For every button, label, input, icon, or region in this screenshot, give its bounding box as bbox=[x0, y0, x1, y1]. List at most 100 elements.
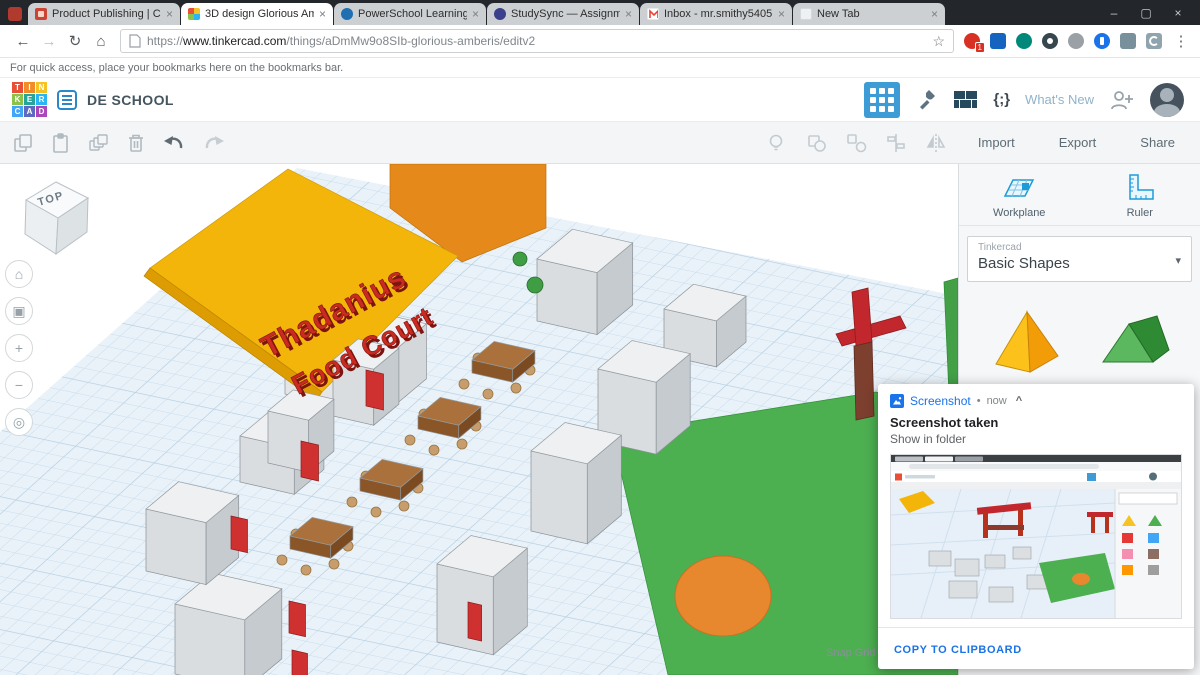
scene-object[interactable] bbox=[230, 515, 248, 554]
shape-library-dropdown[interactable]: Tinkercad Basic Shapes ▾ bbox=[967, 236, 1192, 282]
shape-roof[interactable] bbox=[1093, 304, 1171, 380]
scene-object[interactable] bbox=[300, 564, 312, 576]
bookmark-star-icon[interactable]: ☆ bbox=[932, 33, 945, 50]
scene-object[interactable] bbox=[288, 600, 306, 638]
tab-close-icon[interactable]: × bbox=[166, 8, 173, 20]
workplane-tool[interactable]: Workplane bbox=[959, 172, 1080, 219]
tab-close-icon[interactable]: × bbox=[625, 8, 632, 20]
bush-object[interactable] bbox=[526, 276, 544, 294]
browser-menu-icon[interactable]: ⋮ bbox=[1172, 32, 1190, 50]
collapse-caret-icon[interactable]: ^ bbox=[1016, 395, 1022, 407]
forward-icon[interactable]: → bbox=[36, 28, 62, 54]
share-button[interactable]: Share bbox=[1127, 130, 1188, 155]
maximize-icon[interactable]: ▢ bbox=[1130, 0, 1162, 25]
bricks-mode-icon[interactable] bbox=[954, 90, 978, 110]
close-window-icon[interactable]: × bbox=[1162, 0, 1194, 25]
design-menu-icon[interactable] bbox=[57, 89, 77, 110]
back-icon[interactable]: ← bbox=[10, 28, 36, 54]
show-in-folder-link[interactable]: Show in folder bbox=[890, 432, 1182, 446]
scene-object[interactable] bbox=[300, 440, 319, 482]
wood-post-object[interactable] bbox=[853, 341, 875, 421]
extension-icon[interactable] bbox=[1120, 33, 1136, 49]
extension-icon[interactable] bbox=[990, 33, 1006, 49]
fit-view-icon[interactable]: ▣ bbox=[5, 297, 33, 325]
notification-thumbnail[interactable] bbox=[890, 454, 1182, 619]
export-button[interactable]: Export bbox=[1046, 130, 1110, 155]
browser-tab-powerschool[interactable]: PowerSchool Learning × bbox=[334, 3, 486, 25]
scene-object[interactable] bbox=[291, 649, 308, 675]
browser-tab-new-tab[interactable]: New Tab × bbox=[793, 3, 945, 25]
refresh-icon[interactable]: ↻ bbox=[62, 28, 88, 54]
scene-object[interactable] bbox=[404, 434, 416, 446]
scene-object[interactable] bbox=[467, 601, 482, 642]
import-button[interactable]: Import bbox=[965, 130, 1028, 155]
copy-to-clipboard-button[interactable]: COPY TO CLIPBOARD bbox=[894, 644, 1022, 656]
build-hammer-icon[interactable] bbox=[915, 88, 939, 112]
blank-favicon bbox=[800, 8, 812, 20]
extension-icon[interactable] bbox=[1094, 33, 1110, 49]
copy-icon[interactable] bbox=[12, 132, 34, 154]
align-icon[interactable] bbox=[885, 132, 907, 154]
3d-canvas[interactable]: Thadanius Thadanius Food Court Food Cour… bbox=[0, 164, 958, 675]
zoom-out-icon[interactable]: − bbox=[5, 371, 33, 399]
tab-close-icon[interactable]: × bbox=[931, 8, 938, 20]
tinkercad-logo[interactable]: TIN KER CAD bbox=[12, 82, 47, 117]
view-cube[interactable]: TOP bbox=[8, 170, 103, 260]
scene-object[interactable] bbox=[428, 444, 440, 456]
scene-object[interactable] bbox=[482, 388, 494, 400]
redo-icon[interactable] bbox=[202, 132, 226, 154]
invite-people-icon[interactable] bbox=[1109, 88, 1135, 112]
url-omnibox[interactable]: https://www.tinkercad.com/things/aDmMw9o… bbox=[120, 29, 954, 53]
undo-icon[interactable] bbox=[162, 132, 186, 154]
extension-icon[interactable]: 1 bbox=[964, 33, 985, 53]
extension-icon[interactable] bbox=[1146, 33, 1162, 49]
logo-tile: D bbox=[36, 106, 47, 117]
perspective-toggle-icon[interactable]: ◎ bbox=[5, 408, 33, 436]
3d-viewport[interactable]: Thadanius Thadanius Food Court Food Cour… bbox=[0, 164, 958, 675]
scene-object[interactable] bbox=[328, 558, 340, 570]
extension-icon[interactable] bbox=[1016, 33, 1032, 49]
red-plank-object[interactable] bbox=[851, 287, 873, 347]
mirror-icon[interactable] bbox=[925, 132, 947, 154]
scene-object[interactable] bbox=[398, 500, 410, 512]
browser-tab-product-publishing[interactable]: Product Publishing | CG × bbox=[28, 3, 180, 25]
bush-object[interactable] bbox=[512, 251, 528, 267]
ruler-tool[interactable]: Ruler bbox=[1080, 172, 1200, 219]
browser-tab-tinkercad[interactable]: 3D design Glorious Amb × bbox=[181, 3, 333, 25]
whats-new-link[interactable]: What's New bbox=[1025, 92, 1094, 107]
extension-icon[interactable] bbox=[1042, 33, 1058, 49]
home-icon[interactable]: ⌂ bbox=[88, 28, 114, 54]
scene-object[interactable] bbox=[530, 450, 588, 545]
minimize-icon[interactable]: – bbox=[1098, 0, 1130, 25]
ungroup-icon[interactable] bbox=[845, 132, 867, 154]
tab-close-icon[interactable]: × bbox=[472, 8, 479, 20]
scene-object[interactable] bbox=[510, 382, 522, 394]
extension-icon[interactable] bbox=[1068, 33, 1084, 49]
scene-object[interactable] bbox=[370, 506, 382, 518]
tab-close-icon[interactable]: × bbox=[319, 8, 326, 20]
scene-object[interactable] bbox=[436, 563, 494, 656]
tab-close-icon[interactable]: × bbox=[778, 8, 785, 20]
design-title[interactable]: DE SCHOOL bbox=[87, 92, 174, 108]
scene-object[interactable] bbox=[276, 554, 288, 566]
scene-object[interactable] bbox=[674, 555, 772, 637]
user-avatar[interactable] bbox=[1150, 82, 1184, 117]
codeblocks-icon[interactable]: {;} bbox=[993, 91, 1010, 108]
tab-title: Product Publishing | CG bbox=[52, 8, 161, 20]
paste-icon[interactable] bbox=[50, 132, 72, 154]
object-tools: Import Export Share bbox=[765, 130, 1188, 155]
shape-pyramid[interactable] bbox=[988, 304, 1066, 380]
zoom-in-icon[interactable]: + bbox=[5, 334, 33, 362]
browser-tab-gmail[interactable]: Inbox - mr.smithy5405@ × bbox=[640, 3, 792, 25]
scene-object[interactable] bbox=[365, 369, 384, 411]
delete-trash-icon[interactable] bbox=[126, 132, 146, 154]
scene-object[interactable] bbox=[456, 438, 468, 450]
show-all-bulb-icon[interactable] bbox=[765, 132, 787, 154]
scene-object[interactable] bbox=[346, 496, 358, 508]
duplicate-icon[interactable] bbox=[88, 132, 110, 154]
home-view-icon[interactable]: ⌂ bbox=[5, 260, 33, 288]
browser-tab-studysync[interactable]: StudySync — Assignme × bbox=[487, 3, 639, 25]
group-icon[interactable] bbox=[805, 132, 827, 154]
scene-object[interactable] bbox=[458, 378, 470, 390]
3d-design-mode-button[interactable] bbox=[864, 81, 901, 118]
